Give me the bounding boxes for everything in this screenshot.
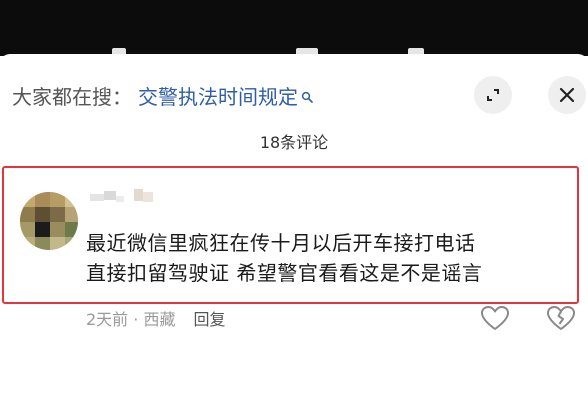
comment-meta: 2天前 · 西藏 回复 — [86, 306, 225, 330]
close-button[interactable] — [548, 76, 586, 114]
video-player-background[interactable] — [0, 0, 588, 56]
comment-panel: 大家都在搜： 交警执法时间规定 18条评论 最近微信里疯狂在传十月以后开车接打电… — [0, 54, 588, 400]
comment-sheet-screen: 大家都在搜： 交警执法时间规定 18条评论 最近微信里疯狂在传十月以后开车接打电… — [0, 0, 588, 400]
highlighted-comment: 最近微信里疯狂在传十月以后开车接打电话 直接扣留驾驶证 希望警官看看这是不是谣言 — [2, 166, 579, 304]
expand-icon — [484, 86, 502, 104]
close-icon — [558, 86, 576, 104]
comment-text-line: 直接扣留驾驶证 希望警官看看这是不是谣言 — [86, 261, 483, 285]
comment-time-location: 2天前 · 西藏 — [86, 310, 176, 329]
search-icon — [301, 84, 313, 103]
comment-count: 18条评论 — [259, 133, 329, 152]
trending-search-bar[interactable]: 大家都在搜： 交警执法时间规定 — [12, 80, 313, 110]
comment-text: 最近微信里疯狂在传十月以后开车接打电话 直接扣留驾驶证 希望警官看看这是不是谣言 — [86, 228, 482, 288]
trending-search-prefix: 大家都在搜： — [12, 84, 132, 109]
broken-heart-icon — [546, 305, 576, 331]
reply-button[interactable]: 回复 — [193, 306, 225, 330]
dislike-button[interactable] — [546, 305, 576, 331]
like-button[interactable] — [480, 305, 510, 331]
avatar[interactable] — [20, 192, 78, 250]
trending-search-link[interactable]: 交警执法时间规定 — [138, 81, 298, 110]
expand-button[interactable] — [474, 76, 512, 114]
username-blurred[interactable] — [90, 188, 160, 206]
comment-text-line: 最近微信里疯狂在传十月以后开车接打电话 — [86, 231, 476, 255]
heart-icon — [480, 305, 510, 331]
